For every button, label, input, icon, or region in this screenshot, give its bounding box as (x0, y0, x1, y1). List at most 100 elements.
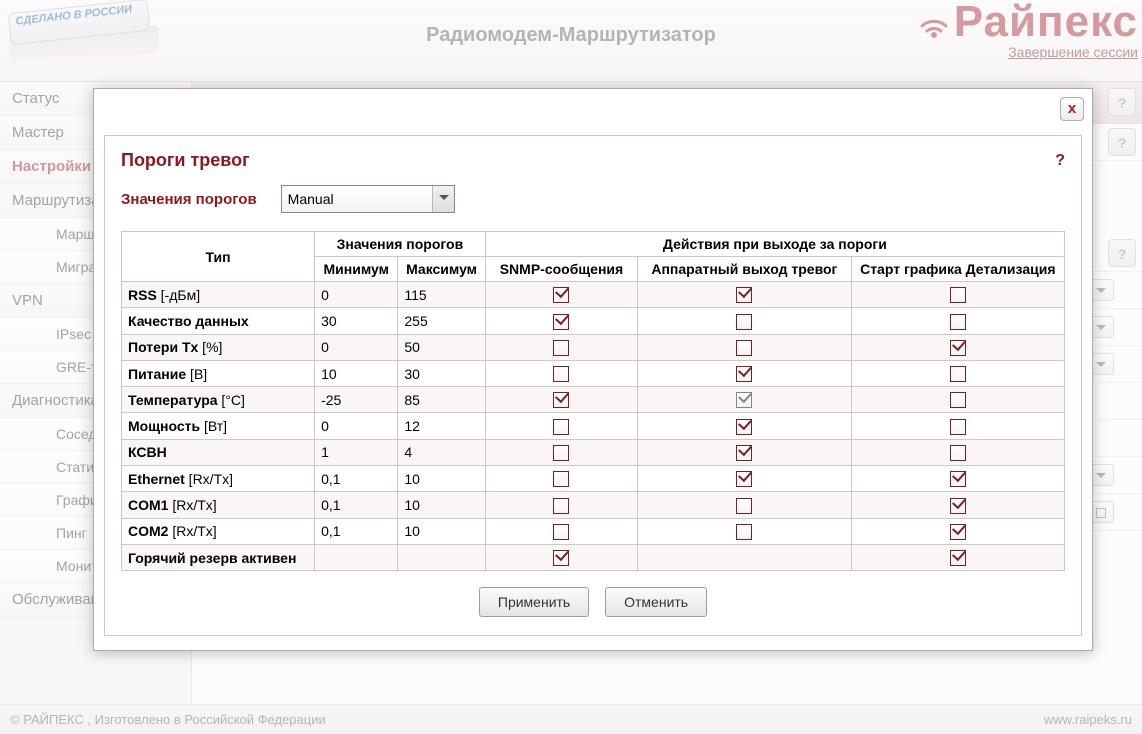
close-icon: x (1068, 100, 1076, 117)
cell-snmp (485, 466, 637, 492)
logout-link[interactable]: Завершение сессии (914, 44, 1138, 60)
wifi-icon (914, 0, 954, 43)
checkbox[interactable] (736, 340, 752, 356)
cell-snmp (485, 387, 637, 413)
cell-detail (851, 413, 1064, 439)
cell-max: 85 (398, 387, 485, 413)
col-hw: Аппаратный выход тревог (638, 257, 851, 282)
cell-hw (638, 466, 851, 492)
cell-type: Питание [В] (122, 360, 315, 386)
cell-detail (851, 518, 1064, 544)
checkbox[interactable] (950, 498, 966, 514)
cell-hw (638, 413, 851, 439)
cell-hw (638, 544, 851, 570)
cell-type: Качество данных (122, 308, 315, 334)
checkbox[interactable] (736, 392, 752, 408)
checkbox[interactable] (736, 419, 752, 435)
checkbox[interactable] (950, 314, 966, 330)
footer-site: www.raipeks.ru (1044, 705, 1132, 734)
close-button[interactable]: x (1060, 97, 1084, 121)
table-row: Температура [°C]-2585 (122, 387, 1065, 413)
checkbox[interactable] (950, 366, 966, 382)
checkbox[interactable] (736, 445, 752, 461)
brand-block: Райпекс Завершение сессии (914, 0, 1138, 60)
cell-snmp (485, 518, 637, 544)
checkbox[interactable] (553, 445, 569, 461)
checkbox[interactable] (553, 419, 569, 435)
cell-snmp (485, 413, 637, 439)
checkbox[interactable] (950, 524, 966, 540)
cell-hw (638, 308, 851, 334)
checkbox[interactable] (736, 471, 752, 487)
checkbox[interactable] (736, 498, 752, 514)
app-header: СДЕЛАНО В РОССИИ Радиомодем-Маршрутизато… (0, 0, 1142, 82)
table-row: Потери Tx [%]050 (122, 334, 1065, 360)
apply-button[interactable]: Применить (479, 587, 589, 617)
cell-max: 30 (398, 360, 485, 386)
table-row: Качество данных30255 (122, 308, 1065, 334)
cell-min: 0,1 (315, 466, 398, 492)
cell-detail (851, 308, 1064, 334)
checkbox[interactable] (553, 471, 569, 487)
checkbox[interactable] (553, 498, 569, 514)
checkbox[interactable] (950, 419, 966, 435)
cell-hw (638, 439, 851, 465)
dialog-help-link[interactable]: ? (1055, 152, 1065, 170)
checkbox[interactable] (950, 287, 966, 303)
checkbox[interactable] (950, 471, 966, 487)
cell-min: 10 (315, 360, 398, 386)
cell-hw (638, 518, 851, 544)
col-thresholds: Значения порогов (315, 232, 486, 257)
checkbox[interactable] (736, 287, 752, 303)
col-max: Максимум (398, 257, 485, 282)
cell-detail (851, 466, 1064, 492)
checkbox[interactable] (553, 366, 569, 382)
checkbox[interactable] (736, 366, 752, 382)
table-row: Мощность [Вт]012 (122, 413, 1065, 439)
checkbox[interactable] (553, 340, 569, 356)
thresholds-mode-select[interactable]: Manual (281, 185, 455, 213)
checkbox[interactable] (553, 392, 569, 408)
cell-min: -25 (315, 387, 398, 413)
checkbox[interactable] (950, 340, 966, 356)
cell-snmp (485, 360, 637, 386)
footer-copyright: © РАЙПЕКС , Изготовлено в Российской Фед… (10, 705, 326, 734)
cell-detail (851, 282, 1064, 308)
checkbox[interactable] (736, 314, 752, 330)
checkbox[interactable] (950, 392, 966, 408)
cell-hw (638, 334, 851, 360)
checkbox[interactable] (553, 314, 569, 330)
select-value: Manual (288, 191, 334, 207)
cell-snmp (485, 282, 637, 308)
cell-hw (638, 360, 851, 386)
cell-detail (851, 439, 1064, 465)
help-button[interactable]: ? (1108, 128, 1136, 156)
cancel-button[interactable]: Отменить (605, 587, 707, 617)
checkbox[interactable] (553, 550, 569, 566)
help-button[interactable]: ? (1108, 239, 1136, 267)
cell-min (315, 544, 398, 570)
cell-min: 0 (315, 413, 398, 439)
help-button[interactable]: ? (1108, 88, 1136, 116)
checkbox[interactable] (950, 445, 966, 461)
checkbox[interactable] (553, 287, 569, 303)
col-min: Минимум (315, 257, 398, 282)
cell-max: 10 (398, 518, 485, 544)
cell-hw (638, 492, 851, 518)
cell-detail (851, 492, 1064, 518)
cell-max: 50 (398, 334, 485, 360)
cell-type: Температура [°C] (122, 387, 315, 413)
cell-type: COM1 [Rx/Tx] (122, 492, 315, 518)
checkbox[interactable] (950, 550, 966, 566)
cell-detail (851, 387, 1064, 413)
cell-type: Ethernet [Rx/Tx] (122, 466, 315, 492)
thresholds-table: Тип Значения порогов Действия при выходе… (121, 231, 1065, 571)
table-row: Горячий резерв активен (122, 544, 1065, 570)
chevron-down-icon (432, 186, 454, 212)
cell-detail (851, 334, 1064, 360)
checkbox[interactable] (553, 524, 569, 540)
cell-max: 10 (398, 466, 485, 492)
checkbox[interactable] (736, 524, 752, 540)
cell-snmp (485, 544, 637, 570)
dialog-title: Пороги тревог (121, 150, 250, 171)
